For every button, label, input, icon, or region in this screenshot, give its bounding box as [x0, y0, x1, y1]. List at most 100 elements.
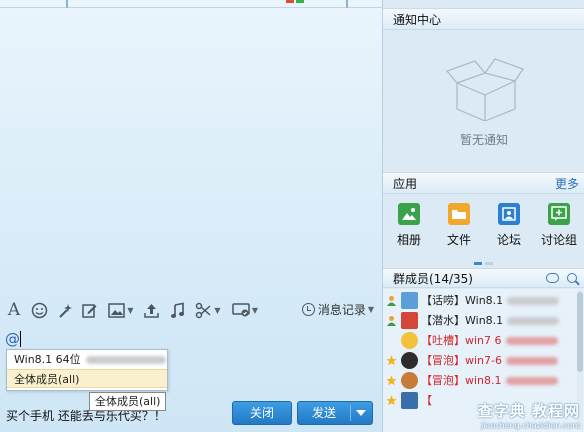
- photo-album-icon: [398, 203, 420, 225]
- watermark-line1: 查字典 教程网: [477, 402, 580, 420]
- text-cursor: [20, 331, 21, 347]
- history-label: 消息记录: [317, 303, 366, 317]
- pager-dot[interactable]: [474, 262, 482, 265]
- window-indicator-red: [286, 0, 294, 3]
- avatar: [401, 352, 418, 369]
- mention-dropdown: Win8.1 64位 全体成员(all): [6, 349, 168, 391]
- member-text: 【: [421, 391, 432, 411]
- message-history-button[interactable]: 消息记录 ▼: [301, 301, 374, 318]
- avatar: [401, 332, 418, 349]
- blurred-name: [506, 357, 558, 365]
- magic-icon[interactable]: [56, 300, 74, 320]
- member-row[interactable]: 【冒泡】win7-6: [383, 351, 584, 371]
- star-icon: [386, 375, 397, 386]
- send-options-chevron-icon[interactable]: [356, 410, 366, 416]
- apps-title: 应用: [393, 177, 418, 191]
- window-indicator-green: [296, 0, 304, 3]
- tooltip: 全体成员(all): [89, 392, 167, 411]
- member-text: 【冒泡】win7-6: [421, 351, 558, 371]
- app-discussion-group[interactable]: 讨论组: [537, 203, 581, 248]
- member-name: win8.1: [465, 374, 502, 387]
- mention-item-label: 全体成员(all): [14, 373, 80, 386]
- mention-item-all[interactable]: 全体成员(all): [7, 369, 167, 388]
- notice-center-body: 暂无通知: [383, 31, 584, 169]
- members-header: 群成员(14/35): [383, 268, 584, 288]
- scissors-icon[interactable]: ▼: [192, 300, 224, 320]
- notice-center-header: 通知中心: [383, 8, 584, 30]
- tab-divider: [346, 0, 348, 8]
- member-name: Win8.1: [465, 294, 504, 307]
- blurred-name: [507, 317, 560, 325]
- tab-divider: [66, 0, 68, 8]
- member-name: win7-6: [465, 354, 502, 367]
- notice-center-title: 通知中心: [393, 13, 442, 27]
- discussion-icon: [548, 203, 570, 225]
- pager-dot[interactable]: [485, 262, 493, 265]
- admin-person-icon: [387, 316, 396, 326]
- at-mention-text: @: [5, 330, 20, 348]
- emoji-icon[interactable]: [30, 300, 48, 320]
- members-title: 群成员(14/35): [393, 272, 473, 286]
- font-icon[interactable]: A: [5, 300, 23, 320]
- owner-person-icon: [387, 296, 396, 306]
- member-text: 【吐槽】win7 6: [421, 331, 558, 351]
- edit-icon[interactable]: [80, 300, 98, 320]
- right-sidebar: 通知中心 暂无通知 应用 更多 相册 文件 论坛 讨论组 群成员(14/35) …: [382, 0, 584, 432]
- apps-pager: [474, 254, 496, 268]
- member-tag: 【冒泡】: [421, 354, 465, 367]
- member-tag: 【冒泡】: [421, 374, 465, 387]
- image-icon[interactable]: ▼: [105, 300, 137, 320]
- more-link[interactable]: 更多: [555, 173, 579, 195]
- empty-box-icon: [445, 58, 524, 121]
- tab-strip: [0, 0, 382, 8]
- blurred-name: [505, 377, 558, 385]
- app-label: 文件: [446, 233, 471, 247]
- member-name: win7 6: [465, 334, 502, 347]
- send-label: 发送: [311, 406, 336, 420]
- member-row[interactable]: 【吐槽】win7 6: [383, 331, 584, 351]
- member-tag: 【潜水】: [421, 314, 465, 327]
- folder-icon: [448, 203, 470, 225]
- message-history-area[interactable]: [0, 8, 382, 294]
- no-notice-text: 暂无通知: [459, 133, 508, 147]
- screen-icon[interactable]: ▼: [228, 300, 262, 320]
- watermark-line2: jiaocheng.chazidian.com: [480, 421, 580, 430]
- input-toolbar: A ▼ ▼ ▼ 消息记录 ▼: [0, 296, 382, 324]
- member-text: 【潜水】Win8.1: [421, 311, 560, 331]
- mention-item-member[interactable]: Win8.1 64位: [7, 350, 167, 369]
- blurred-name: [505, 337, 558, 345]
- avatar: [401, 292, 418, 309]
- scrollbar-thumb[interactable]: [577, 292, 583, 372]
- send-button[interactable]: 发送: [297, 401, 373, 425]
- chat-bubble-icon[interactable]: [546, 273, 559, 283]
- forum-icon: [498, 203, 520, 225]
- music-icon[interactable]: [168, 300, 186, 320]
- app-forum[interactable]: 论坛: [487, 203, 531, 248]
- member-text: 【冒泡】win8.1: [421, 371, 558, 391]
- star-icon: [386, 395, 397, 406]
- member-tag: 【话唠】: [421, 294, 465, 307]
- search-icon[interactable]: [567, 273, 577, 283]
- member-row[interactable]: 【话唠】Win8.1: [383, 291, 584, 311]
- app-label: 相册: [396, 233, 421, 247]
- member-tag: 【吐槽】: [421, 334, 465, 347]
- member-row[interactable]: 【潜水】Win8.1: [383, 311, 584, 331]
- chevron-down-icon: ▼: [367, 305, 374, 314]
- clock-icon: [301, 303, 315, 316]
- avatar: [401, 312, 418, 329]
- avatar: [401, 392, 418, 409]
- avatar: [401, 372, 418, 389]
- upload-icon[interactable]: [142, 300, 160, 320]
- star-icon: [386, 355, 397, 366]
- member-tag: 【: [421, 394, 432, 407]
- apps-grid: 相册 文件 论坛 讨论组: [383, 195, 584, 261]
- apps-header: 应用 更多: [383, 172, 584, 194]
- member-row[interactable]: 【冒泡】win8.1: [383, 371, 584, 391]
- app-photo-album[interactable]: 相册: [387, 203, 431, 248]
- mention-item-label: Win8.1 64位: [14, 353, 81, 366]
- app-files[interactable]: 文件: [437, 203, 481, 248]
- member-text: 【话唠】Win8.1: [421, 291, 560, 311]
- send-separator: [350, 405, 351, 421]
- close-button[interactable]: 关闭: [232, 401, 292, 425]
- blurred-name: [86, 356, 167, 364]
